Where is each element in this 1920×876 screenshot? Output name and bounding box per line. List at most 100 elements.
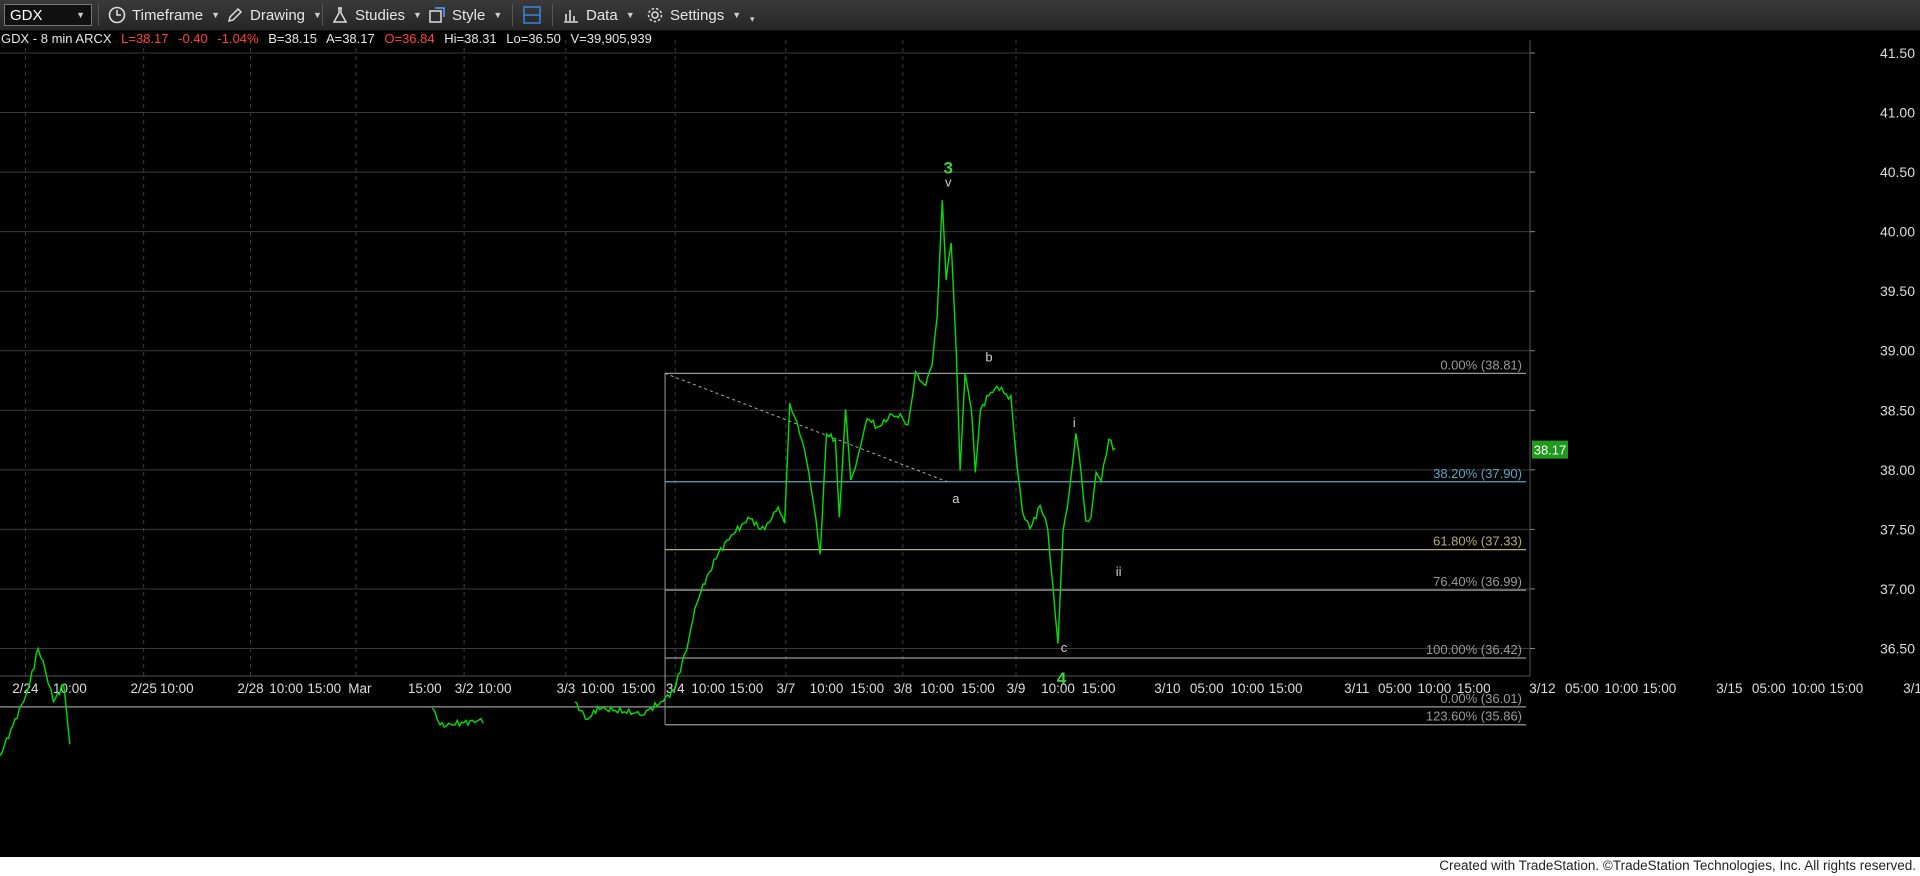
chevron-down-icon[interactable]: ▼ — [76, 10, 85, 20]
x-tick-label: 10:00 — [1231, 681, 1265, 696]
last-price: L=38.17 — [121, 31, 169, 46]
separator — [98, 4, 99, 26]
style-icon — [429, 7, 445, 23]
y-tick-label: 39.00 — [1880, 343, 1915, 359]
x-tick-label: 10:00 — [269, 681, 303, 696]
footer-credit: Created with TradeStation. ©TradeStation… — [1439, 858, 1916, 873]
fib-level-label: 0.00% (36.01) — [1440, 691, 1522, 706]
plot-area — [0, 40, 1530, 676]
wave-label: ii — [1116, 564, 1122, 579]
fib-level-label: 123.60% (35.86) — [1426, 709, 1522, 724]
x-tick-label: 10:00 — [691, 681, 725, 696]
x-tick-label: 2/25 — [131, 681, 157, 696]
y-tick-label: 36.50 — [1880, 640, 1915, 656]
x-tick-label: 3/16 — [1903, 681, 1920, 696]
x-tick-label: 05:00 — [1378, 681, 1412, 696]
symbol-value: GDX — [10, 6, 43, 24]
ask-price: A=38.17 — [325, 31, 375, 46]
separator — [322, 4, 323, 26]
fib-level-label: 100.00% (36.42) — [1426, 642, 1522, 657]
y-tick-label: 40.50 — [1880, 164, 1915, 180]
timeframe-label: Timeframe — [132, 6, 204, 24]
x-tick-label: 15:00 — [1269, 681, 1303, 696]
x-tick-label: 15:00 — [1082, 681, 1116, 696]
percent-change: -1.04% — [217, 31, 259, 46]
chevron-down-icon: ▾ — [750, 13, 755, 24]
symbol-input[interactable]: GDX ▼ — [4, 4, 92, 26]
bar-chart-icon — [564, 10, 578, 23]
high-price: Hi=38.31 — [444, 31, 497, 46]
x-tick-label: 3/9 — [1007, 681, 1026, 696]
quote-bar: GDX - 8 min ARCX L=38.17 -0.40 -1.04% B=… — [1, 31, 658, 47]
toolbar: GDX ▼ Timeframe ▼ Drawing ▼ Studies ▼ St… — [0, 0, 1920, 31]
x-tick-label: 3/12 — [1529, 681, 1555, 696]
y-tick-label: 38.50 — [1880, 402, 1915, 418]
x-tick-label: 10:00 — [810, 681, 844, 696]
x-tick-label: 15:00 — [307, 681, 341, 696]
low-price: Lo=36.50 — [506, 31, 561, 46]
x-tick-label: 15:00 — [621, 681, 655, 696]
toolbar-overflow-button[interactable]: ▾ — [742, 0, 755, 30]
y-tick-label: 41.50 — [1880, 45, 1915, 61]
x-tick-label: 10:00 — [160, 681, 194, 696]
x-tick-label: 05:00 — [1190, 681, 1224, 696]
x-tick-label: 15:00 — [408, 681, 442, 696]
fib-level-label: 61.80% (37.33) — [1433, 534, 1522, 549]
net-change: -0.40 — [178, 31, 208, 46]
x-tick-label: 3/11 — [1344, 681, 1369, 696]
wave-label: b — [985, 349, 992, 364]
wave-label: i — [1073, 415, 1076, 430]
flask-icon — [332, 7, 348, 23]
data-menu[interactable]: Data ▼ — [562, 0, 635, 30]
y-tick-label: 38.00 — [1880, 462, 1915, 478]
chevron-down-icon: ▼ — [211, 10, 221, 20]
layout-icon — [523, 6, 541, 24]
wave-label: v — [945, 174, 952, 189]
chevron-down-icon: ▼ — [413, 10, 422, 20]
fib-level-label: 38.20% (37.90) — [1433, 466, 1522, 481]
separator — [512, 4, 513, 26]
x-tick-label: 3/8 — [893, 681, 912, 696]
x-tick-label: Mar — [348, 681, 372, 696]
wave-label: 4 — [1057, 669, 1067, 688]
price-series-line — [431, 707, 484, 729]
fib-level-label: 76.40% (36.99) — [1433, 574, 1522, 589]
x-tick-label: 10:00 — [478, 681, 512, 696]
x-tick-label: 2/28 — [237, 681, 263, 696]
price-chart[interactable]: 41.50 41.00 40.50 40.00 39.50 39.00 38.50 38.00… — [0, 0, 1920, 876]
settings-menu[interactable]: Settings ▼ — [646, 0, 741, 30]
layout-button[interactable] — [522, 0, 548, 30]
x-tick-label: 05:00 — [1752, 681, 1786, 696]
quote-title: GDX - 8 min ARCX — [1, 31, 112, 46]
chevron-down-icon: ▼ — [625, 10, 635, 20]
x-tick-label: 3/2 — [455, 681, 474, 696]
timeframe-menu[interactable]: Timeframe ▼ — [108, 0, 220, 30]
fib-level-label: 0.00% (38.81) — [1440, 357, 1522, 372]
x-tick-label: 15:00 — [1643, 681, 1677, 696]
drawing-label: Drawing — [250, 6, 306, 24]
x-tick-label: 15:00 — [730, 681, 764, 696]
x-tick-label: 3/10 — [1154, 681, 1180, 696]
settings-label: Settings — [670, 6, 725, 24]
x-tick-label: 3/3 — [556, 681, 575, 696]
chevron-down-icon: ▼ — [493, 10, 503, 20]
data-label: Data — [586, 6, 618, 24]
y-tick-label: 40.00 — [1880, 224, 1915, 240]
x-tick-label: 05:00 — [1565, 681, 1599, 696]
studies-menu[interactable]: Studies ▼ — [331, 0, 422, 30]
x-tick-label: 10:00 — [581, 681, 615, 696]
pencil-icon — [227, 7, 243, 23]
x-tick-label: 3/15 — [1716, 681, 1742, 696]
separator — [552, 4, 553, 26]
bid-price: B=38.15 — [268, 31, 318, 46]
style-menu[interactable]: Style ▼ — [428, 0, 502, 30]
x-tick-label: 15:00 — [961, 681, 995, 696]
drawing-menu[interactable]: Drawing ▼ — [226, 0, 322, 30]
wave-label: c — [1061, 640, 1068, 655]
x-tick-label: 10:00 — [920, 681, 954, 696]
open-price: O=36.84 — [384, 31, 435, 46]
volume: V=39,905,939 — [570, 31, 652, 46]
y-tick-label: 39.50 — [1880, 283, 1915, 299]
x-tick-label: 15:00 — [850, 681, 884, 696]
chevron-down-icon: ▼ — [732, 10, 742, 20]
